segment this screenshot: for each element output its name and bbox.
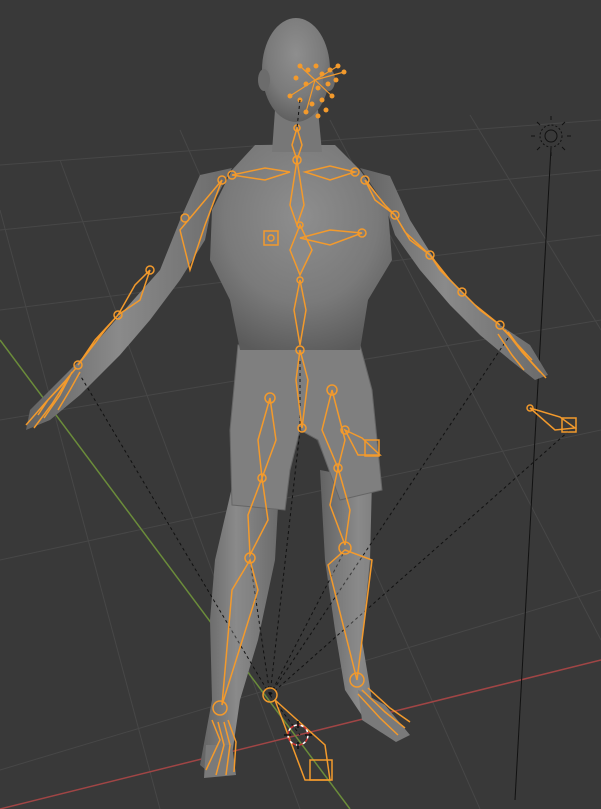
x-axis-line [0,659,601,809]
light-direction-line [514,147,552,801]
bone-root-control[interactable] [274,699,331,781]
human-mesh[interactable] [26,18,548,778]
right-ear [323,69,335,91]
viewport-canvas[interactable] [0,0,601,809]
head [262,18,330,122]
left-ear [258,69,270,91]
3d-viewport[interactable] [0,0,601,809]
